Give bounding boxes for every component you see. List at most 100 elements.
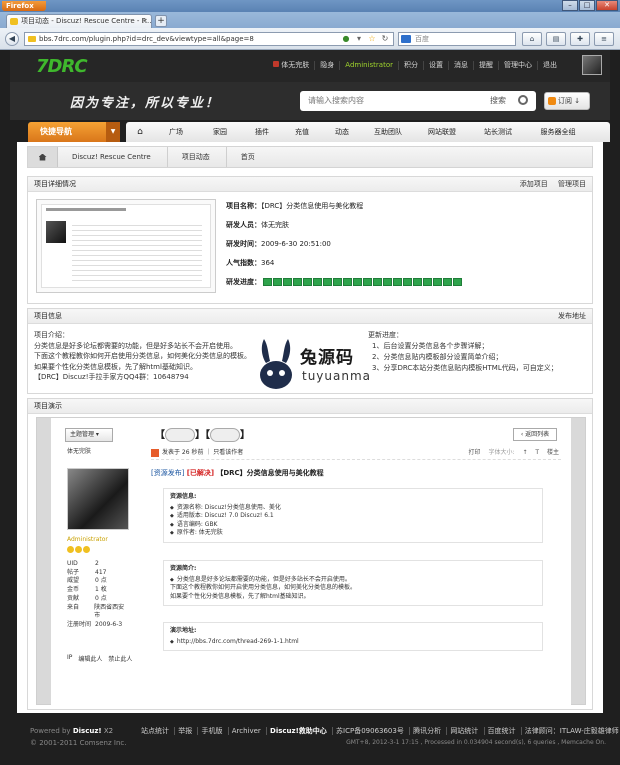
quick-nav-button[interactable]: 快捷导航 ▼: [28, 122, 120, 142]
field-label: 研发进度：: [226, 278, 261, 286]
search-icon[interactable]: [518, 95, 528, 105]
dropdown-icon[interactable]: ▾: [354, 34, 364, 44]
title-badge: [165, 428, 195, 442]
nav-item-home[interactable]: 家园: [198, 127, 242, 137]
menu-icon[interactable]: ≡: [594, 32, 614, 46]
site-logo[interactable]: 7DRC: [36, 56, 88, 77]
post-icon: [151, 448, 159, 457]
notices-link[interactable]: 提醒: [473, 61, 498, 70]
version: X2: [103, 727, 114, 735]
publish-address-link[interactable]: 发布地址: [558, 312, 586, 320]
nav-item-test[interactable]: 站长测试: [470, 127, 526, 137]
footer-link[interactable]: 腾讯分析: [409, 727, 445, 735]
minimize-button[interactable]: –: [562, 0, 578, 11]
print-link[interactable]: 打印: [469, 449, 481, 456]
browser-search-input[interactable]: 百度: [398, 32, 516, 46]
rss-icon: [548, 97, 556, 105]
back-button[interactable]: ◀: [5, 32, 19, 46]
stat-key: 金币: [67, 586, 80, 594]
ip-link[interactable]: IP: [67, 654, 72, 663]
bookmarks-icon[interactable]: ▤: [546, 32, 566, 46]
admin-center-link[interactable]: 管理中心: [498, 61, 537, 70]
footer-link[interactable]: Discuz!救助中心: [266, 727, 330, 735]
project-thumbnail[interactable]: [36, 199, 216, 293]
breadcrumb-home-icon[interactable]: [28, 147, 58, 167]
breadcrumb-item[interactable]: Discuz! Rescue Centre: [58, 147, 168, 167]
stat-key: 来自: [67, 603, 80, 611]
firefox-menu-button[interactable]: Firefox: [2, 1, 46, 11]
rss-subscribe-button[interactable]: 订阅 ↓: [544, 92, 590, 110]
close-window-button[interactable]: ✕: [596, 0, 618, 11]
author-stats: UID 2 帖子 417 威望 0 点 金币 1 枚 贡献 0 点 来自 陕西省西安市 注册…: [67, 560, 129, 630]
main-content: Discuz! Rescue Centre 项目动态 首页 项目详细情况 添加项…: [17, 142, 603, 713]
search-type-select[interactable]: 搜索: [490, 91, 506, 111]
invisible-toggle[interactable]: 隐身: [314, 61, 339, 70]
user-group-link[interactable]: Administrator: [339, 61, 398, 70]
edit-user-link[interactable]: 编辑此人: [78, 654, 102, 663]
nav-item-square[interactable]: 广场: [154, 127, 198, 137]
progress-segment: [353, 278, 362, 286]
credits-link[interactable]: 积分: [398, 61, 423, 70]
site-search-input[interactable]: 请输入搜索内容 搜索: [300, 91, 536, 111]
bookmark-star-icon[interactable]: ☆: [367, 34, 377, 44]
footer-link[interactable]: 苏ICP备09063603号: [332, 727, 407, 735]
topic-manage-button[interactable]: 主题管理 ▾: [65, 428, 113, 442]
author-avatar[interactable]: [67, 468, 129, 530]
search-engine-label: 百度: [415, 35, 429, 43]
logout-link[interactable]: 退出: [537, 61, 562, 70]
home-icon[interactable]: ⌂: [522, 32, 542, 46]
nav-item-activity[interactable]: 动态: [322, 127, 362, 137]
progress-segment: [263, 278, 272, 286]
progress-segment: [343, 278, 352, 286]
powered-by: Powered by: [30, 727, 71, 735]
footer-link[interactable]: 站点统计: [138, 727, 172, 735]
progress-bar: [263, 278, 462, 286]
post-category[interactable]: [资源发布]: [151, 469, 184, 477]
reload-icon[interactable]: ↻: [380, 34, 390, 44]
username-link[interactable]: 体无完肤: [268, 61, 314, 70]
field-label: 人气指数：: [226, 259, 261, 267]
search-engine-icon[interactable]: [401, 35, 411, 43]
rabbit-logo-icon: [260, 339, 292, 389]
font-toggle-icon[interactable]: T: [535, 449, 539, 456]
go-icon[interactable]: ●: [341, 34, 351, 44]
close-tab-icon[interactable]: ×: [142, 15, 148, 28]
brand-link[interactable]: Discuz!: [73, 727, 102, 735]
nav-item-recharge[interactable]: 充值: [282, 127, 322, 137]
stat-key: 威望: [67, 577, 80, 585]
address-bar[interactable]: bbs.7drc.com/plugin.php?id=drc_dev&viewt…: [24, 32, 394, 46]
maximize-button[interactable]: □: [579, 0, 595, 11]
rss-label: 订阅: [558, 97, 572, 105]
manage-project-link[interactable]: 管理项目: [558, 180, 586, 188]
new-tab-button[interactable]: +: [155, 15, 167, 27]
box-line: 下面这个教程教你如何开启使用分类信息，如何美化分类信息的模板。: [170, 584, 357, 591]
web-page: 7DRC 体无完肤 隐身 Administrator 积分 设置 消息 提醒 管…: [0, 50, 620, 765]
add-project-link[interactable]: 添加项目: [520, 180, 548, 188]
author-name[interactable]: 体无完肤: [67, 446, 91, 455]
breadcrumb-item[interactable]: 项目动态: [168, 147, 227, 167]
demo-link[interactable]: http://bbs.7drc.com/thread-269-1-1.html: [170, 638, 536, 647]
messages-link[interactable]: 消息: [448, 61, 473, 70]
addon-icon[interactable]: ✚: [570, 32, 590, 46]
field-label: 项目名称：: [226, 202, 261, 210]
avatar[interactable]: [582, 55, 602, 75]
nav-item-team[interactable]: 互助团队: [362, 127, 414, 137]
footer-link[interactable]: 网站统计: [446, 727, 482, 735]
footer-link[interactable]: Archiver: [227, 727, 264, 735]
font-up-icon[interactable]: ↑: [522, 449, 527, 456]
nav-item-servers[interactable]: 服务器全组: [526, 127, 590, 137]
nav-item-plugins[interactable]: 插件: [242, 127, 282, 137]
browser-tab[interactable]: 项目动态 - Discuz! Rescue Centre - P... ×: [6, 14, 152, 28]
settings-link[interactable]: 设置: [423, 61, 448, 70]
footer-link[interactable]: 百度统计: [483, 727, 519, 735]
ban-user-link[interactable]: 禁止此人: [108, 654, 132, 663]
nav-item-alliance[interactable]: 网站联盟: [414, 127, 470, 137]
footer-link[interactable]: 举报: [174, 727, 196, 735]
footer-link[interactable]: 手机版: [197, 727, 226, 735]
stat-key: 注册时间: [67, 620, 92, 628]
back-to-list-button[interactable]: ‹ 返回列表: [513, 428, 557, 441]
footer-link[interactable]: 法律顾问：ITLAW-庄毅雄律师: [520, 727, 620, 735]
rank-stars-icon: [67, 546, 90, 553]
author-panel: 体无完肤 Administrator UID 2 帖子 417 威望 0 点 金币 1 …: [65, 444, 143, 700]
nav-home-icon[interactable]: ⌂: [126, 127, 154, 137]
